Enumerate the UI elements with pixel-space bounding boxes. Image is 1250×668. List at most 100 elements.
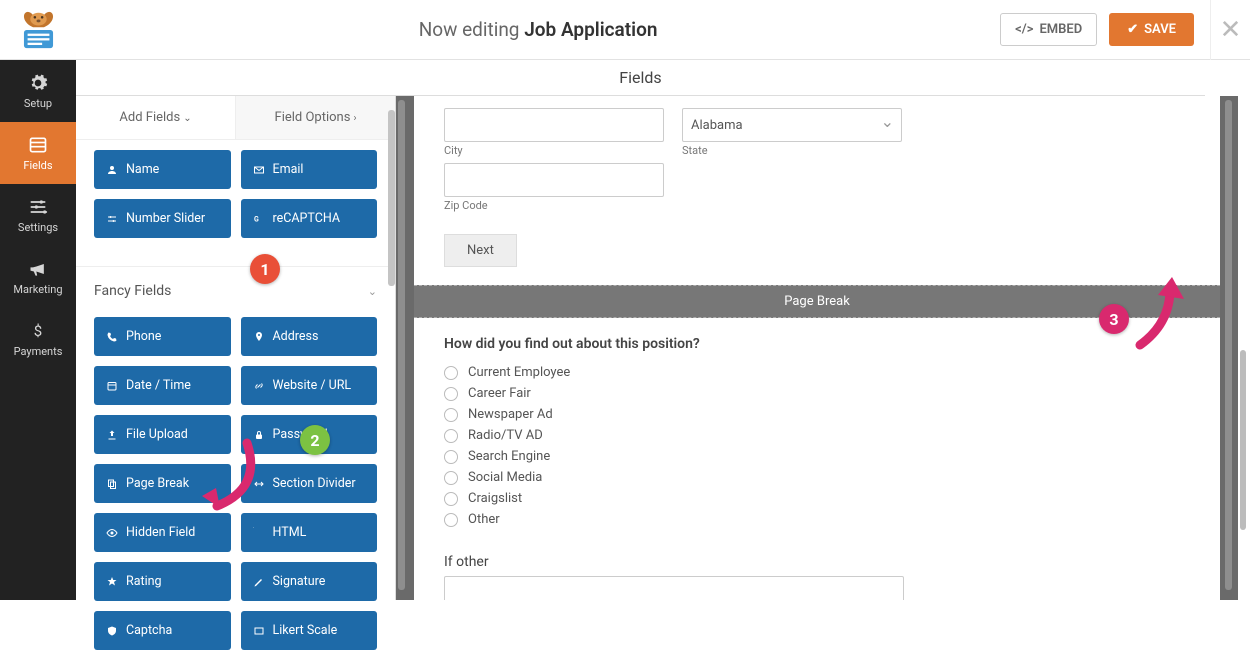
- if-other-input[interactable]: [444, 576, 904, 600]
- option-label: Newspaper Ad: [468, 407, 553, 422]
- svg-text:G: G: [254, 215, 259, 223]
- form-preview: City State Zip Code Next Page Break How …: [396, 96, 1238, 600]
- embed-label: EMBED: [1039, 22, 1082, 37]
- link-icon: [253, 380, 265, 392]
- pin-icon: [253, 331, 265, 343]
- city-label: City: [444, 144, 664, 157]
- nav-fields[interactable]: Fields: [0, 122, 76, 184]
- phone-icon: [106, 331, 118, 343]
- fields-header: Fields: [76, 60, 1205, 96]
- field-website[interactable]: Website / URL: [241, 366, 378, 405]
- field-recaptcha-label: reCAPTCHA: [273, 211, 341, 226]
- field-datetime[interactable]: Date / Time: [94, 366, 231, 405]
- field-likert[interactable]: Likert Scale: [241, 611, 378, 650]
- field-name-label: Name: [126, 162, 159, 177]
- fancy-fields-header[interactable]: Fancy Fields ⌄: [76, 266, 395, 307]
- shield-icon: [106, 625, 118, 637]
- radio-option[interactable]: Craigslist: [444, 488, 1190, 509]
- radio-icon: [444, 387, 458, 401]
- calendar-icon: [106, 380, 118, 392]
- page-title: Now editing Job Application: [76, 18, 1000, 41]
- radio-option[interactable]: Current Employee: [444, 362, 1190, 383]
- field-address[interactable]: Address: [241, 317, 378, 356]
- field-signature[interactable]: Signature: [241, 562, 378, 601]
- field-number-slider[interactable]: Number Slider: [94, 199, 231, 238]
- radio-icon: [444, 429, 458, 443]
- radio-icon: [444, 471, 458, 485]
- field-pagebreak-label: Page Break: [126, 476, 189, 491]
- radio-icon: [444, 408, 458, 422]
- preview-scroll-left[interactable]: [398, 100, 405, 590]
- zip-input[interactable]: [444, 163, 664, 197]
- nav-fields-label: Fields: [23, 159, 52, 172]
- city-input[interactable]: [444, 108, 664, 142]
- radio-option[interactable]: Other: [444, 509, 1190, 530]
- field-number-slider-label: Number Slider: [126, 211, 205, 226]
- star-icon: [106, 576, 118, 588]
- form-name: Job Application: [524, 18, 657, 41]
- field-phone-label: Phone: [126, 329, 161, 344]
- field-captcha[interactable]: Captcha: [94, 611, 231, 650]
- close-button[interactable]: ✕: [1210, 0, 1250, 60]
- fancy-fields-label: Fancy Fields: [94, 283, 171, 299]
- field-datetime-label: Date / Time: [126, 378, 191, 393]
- radio-option[interactable]: Radio/TV AD: [444, 425, 1190, 446]
- top-bar: Now editing Job Application </> EMBED ✔ …: [0, 0, 1250, 60]
- app-logo: [0, 0, 76, 60]
- top-actions: </> EMBED ✔ SAVE: [1000, 13, 1210, 46]
- tab-add-fields[interactable]: Add Fields⌄: [76, 96, 235, 139]
- radio-icon: [444, 513, 458, 527]
- annotation-arrow-2: [192, 438, 272, 528]
- option-label: Search Engine: [468, 449, 550, 464]
- google-icon: G: [253, 213, 265, 225]
- question-label: How did you find out about this position…: [444, 336, 1190, 352]
- field-rating[interactable]: Rating: [94, 562, 231, 601]
- gear-icon: [28, 73, 48, 93]
- state-select[interactable]: [682, 108, 902, 142]
- nav-settings-label: Settings: [18, 221, 58, 234]
- svg-text:$: $: [34, 322, 42, 340]
- chevron-down-icon: ⌄: [368, 285, 377, 298]
- field-recaptcha[interactable]: GreCAPTCHA: [241, 199, 378, 238]
- next-button[interactable]: Next: [444, 234, 517, 267]
- field-address-label: Address: [273, 329, 319, 344]
- field-phone[interactable]: Phone: [94, 317, 231, 356]
- nav-setup[interactable]: Setup: [0, 60, 76, 122]
- radio-list: Current Employee Career Fair Newspaper A…: [444, 362, 1190, 530]
- radio-option[interactable]: Search Engine: [444, 446, 1190, 467]
- left-nav: Setup Fields Settings Marketing $ Paymen…: [0, 60, 76, 600]
- annotation-badge-3: 3: [1099, 304, 1129, 334]
- field-html-label: HTML: [273, 525, 307, 540]
- radio-option[interactable]: Career Fair: [444, 383, 1190, 404]
- field-name[interactable]: Name: [94, 150, 231, 189]
- annotation-badge-1: 1: [250, 254, 280, 284]
- code-icon: </>: [1015, 22, 1033, 37]
- preview-scroll-right[interactable]: [1225, 100, 1232, 590]
- sliders-icon: [28, 197, 48, 217]
- nav-marketing-label: Marketing: [13, 283, 62, 296]
- nav-payments[interactable]: $ Payments: [0, 308, 76, 370]
- page-scrollbar[interactable]: [1240, 350, 1246, 530]
- chevron-down-icon: ⌄: [183, 113, 191, 124]
- save-button[interactable]: ✔ SAVE: [1109, 13, 1194, 46]
- side-tabs: Add Fields⌄ Field Options›: [76, 96, 395, 140]
- field-hiddenfield-label: Hidden Field: [126, 525, 195, 540]
- option-label: Radio/TV AD: [468, 428, 543, 443]
- embed-button[interactable]: </> EMBED: [1000, 13, 1097, 46]
- nav-settings[interactable]: Settings: [0, 184, 76, 246]
- tab-field-options[interactable]: Field Options›: [235, 96, 395, 139]
- field-likert-label: Likert Scale: [273, 623, 338, 638]
- if-other-label: If other: [444, 554, 1190, 570]
- option-label: Craigslist: [468, 491, 522, 506]
- tab-field-options-label: Field Options: [275, 110, 351, 125]
- field-email[interactable]: Email: [241, 150, 378, 189]
- radio-option[interactable]: Social Media: [444, 467, 1190, 488]
- nav-marketing[interactable]: Marketing: [0, 246, 76, 308]
- user-icon: [106, 164, 118, 176]
- radio-option[interactable]: Newspaper Ad: [444, 404, 1190, 425]
- sidepanel-scrollbar[interactable]: [388, 110, 395, 286]
- field-website-label: Website / URL: [273, 378, 352, 393]
- radio-icon: [444, 492, 458, 506]
- annotation-badge-2: 2: [300, 425, 330, 455]
- option-label: Current Employee: [468, 365, 570, 380]
